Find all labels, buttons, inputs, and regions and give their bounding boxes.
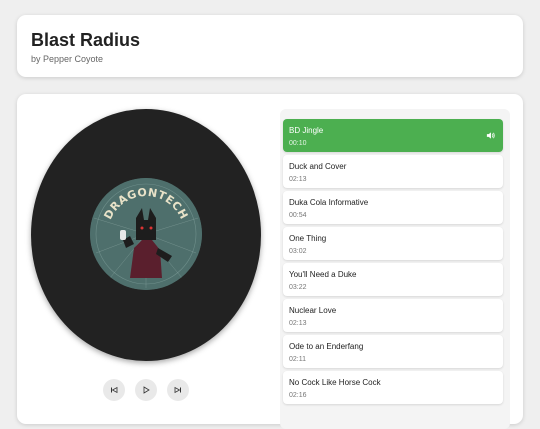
track-item[interactable]: Duka Cola Informative 00:54 bbox=[283, 191, 503, 224]
track-item[interactable]: Ode to an Enderfang 02:11 bbox=[283, 335, 503, 368]
track-duration: 03:22 bbox=[289, 284, 307, 291]
track-title: Duka Cola Informative bbox=[289, 198, 369, 207]
skip-next-icon bbox=[174, 386, 181, 394]
track-title: One Thing bbox=[289, 234, 327, 243]
player-card: DRAGONTECH BD Jingle 00:10 Duck and Cove… bbox=[17, 94, 523, 429]
album-artist: by Pepper Coyote bbox=[31, 54, 104, 64]
track-duration: 02:11 bbox=[289, 356, 306, 363]
track-duration: 03:02 bbox=[289, 248, 307, 255]
next-button[interactable] bbox=[167, 379, 189, 401]
playlist: BD Jingle 00:10 Duck and Cover 02:13 Duk… bbox=[280, 109, 510, 429]
play-icon bbox=[143, 386, 150, 394]
track-duration: 00:54 bbox=[289, 212, 307, 219]
track-title: No Cock Like Horse Cock bbox=[289, 378, 381, 387]
track-duration: 02:13 bbox=[289, 320, 307, 327]
track-item[interactable]: Duck and Cover 02:13 bbox=[283, 155, 503, 188]
track-item-active[interactable]: BD Jingle 00:10 bbox=[283, 119, 503, 152]
track-title: You'll Need a Duke bbox=[289, 270, 357, 279]
skip-previous-icon bbox=[111, 386, 118, 394]
track-duration: 02:16 bbox=[289, 392, 307, 399]
speaker-icon bbox=[486, 132, 495, 139]
album-title: Blast Radius bbox=[31, 30, 141, 50]
track-title: Ode to an Enderfang bbox=[289, 342, 364, 351]
playback-controls bbox=[103, 379, 189, 401]
previous-button[interactable] bbox=[103, 379, 125, 401]
track-title: Duck and Cover bbox=[289, 162, 347, 171]
track-duration: 00:10 bbox=[289, 140, 307, 147]
album-cover-art: DRAGONTECH bbox=[90, 178, 202, 290]
play-button[interactable] bbox=[135, 379, 157, 401]
album-header: Blast Radius by Pepper Coyote bbox=[17, 15, 523, 77]
track-title: BD Jingle bbox=[289, 126, 324, 135]
track-item[interactable]: You'll Need a Duke 03:22 bbox=[283, 263, 503, 296]
track-duration: 02:13 bbox=[289, 176, 307, 183]
album-cover-label: DRAGONTECH bbox=[90, 178, 202, 290]
track-item[interactable]: One Thing 03:02 bbox=[283, 227, 503, 260]
track-title: Nuclear Love bbox=[289, 306, 337, 315]
track-item[interactable]: Nuclear Love 02:13 bbox=[283, 299, 503, 332]
vinyl-record: DRAGONTECH bbox=[31, 109, 261, 361]
track-item[interactable]: No Cock Like Horse Cock 02:16 bbox=[283, 371, 503, 404]
